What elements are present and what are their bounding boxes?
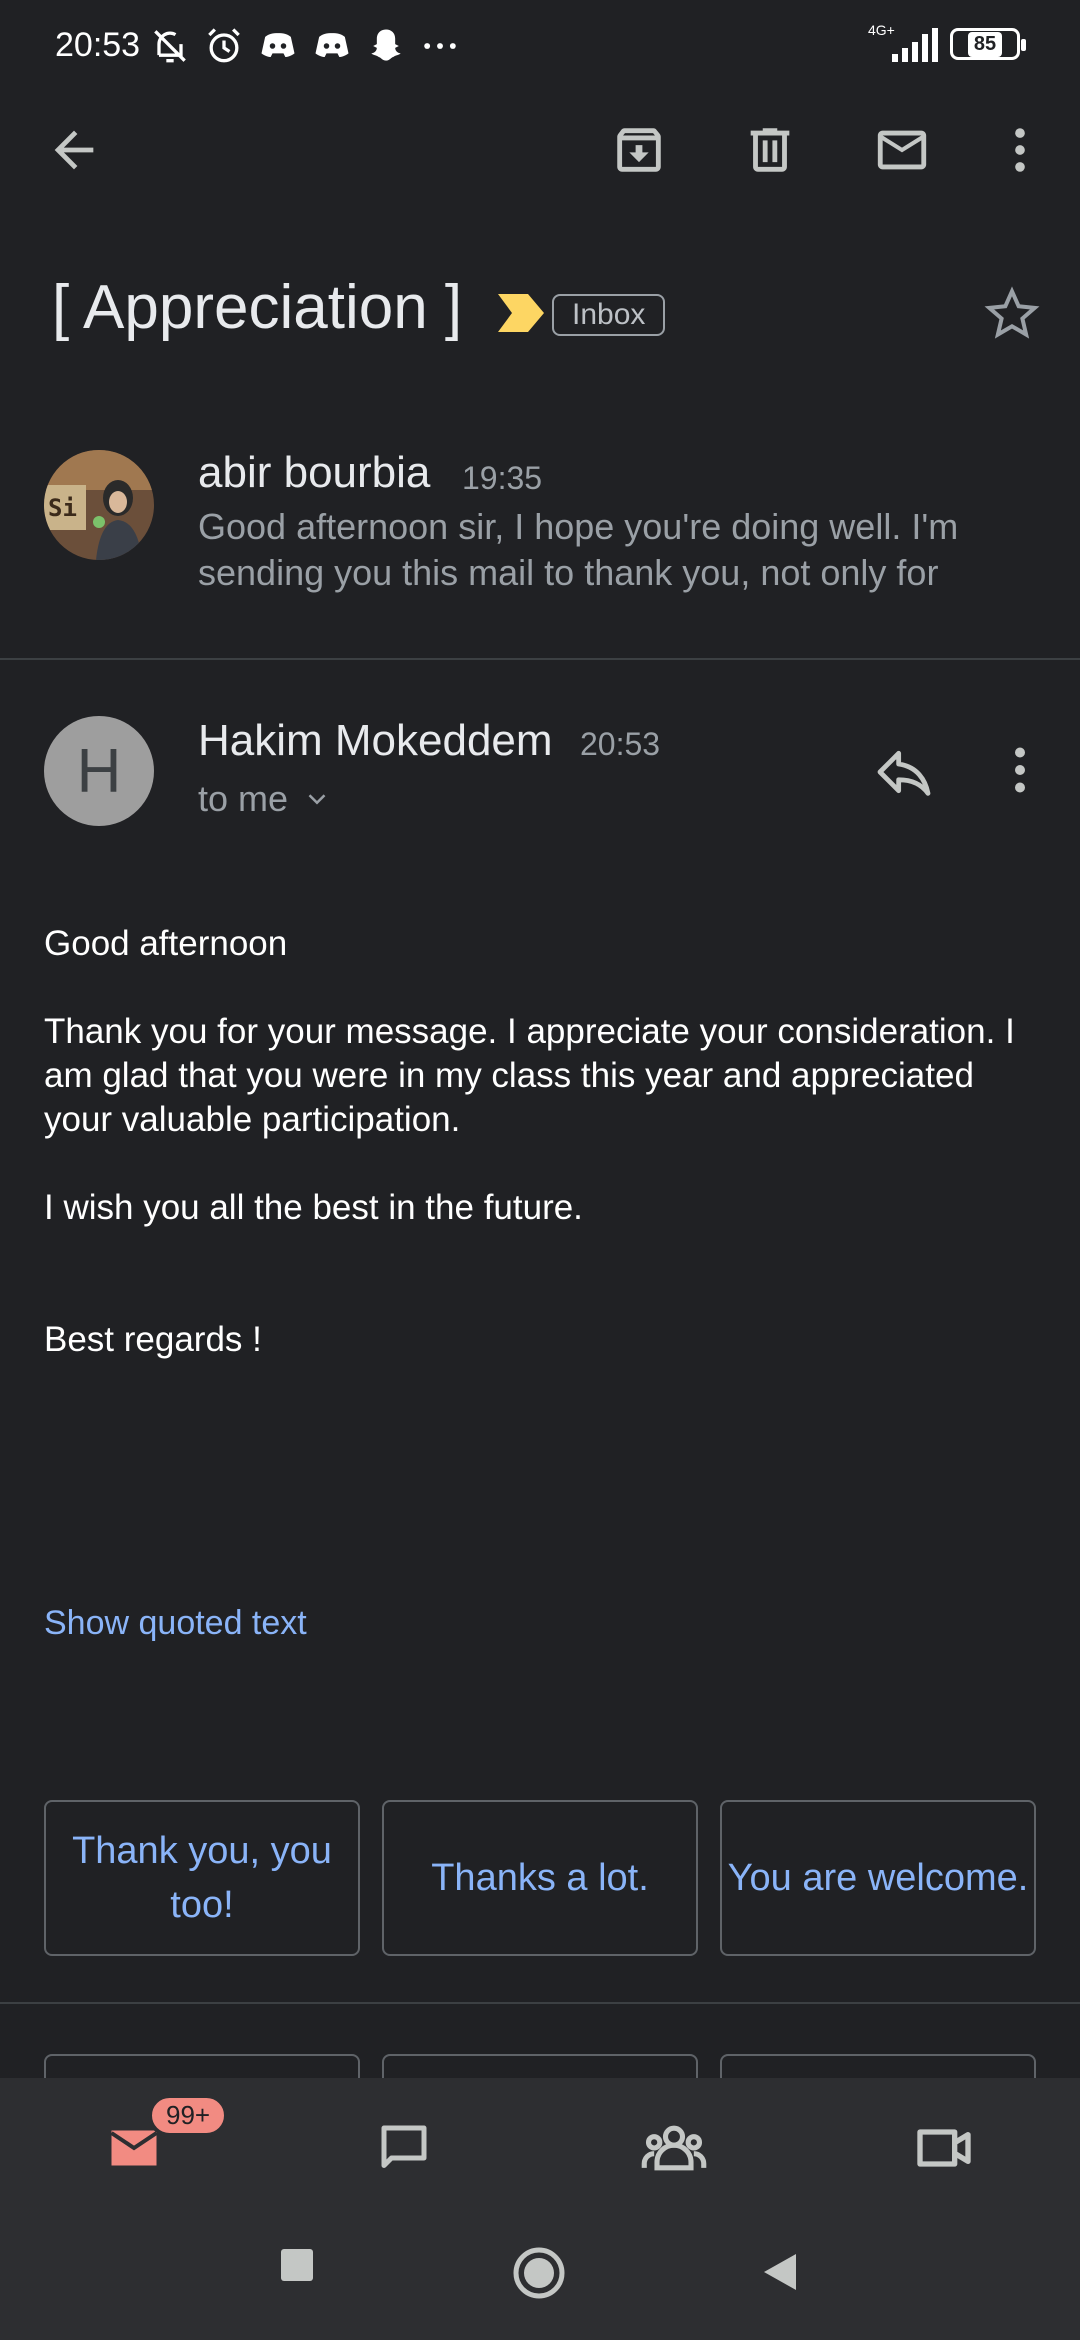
home-button[interactable] <box>512 2246 566 2305</box>
smart-reply-button[interactable]: Thanks a lot. <box>382 1800 698 1956</box>
message-time: 20:53 <box>580 726 661 762</box>
sender-avatar: Si <box>44 450 154 560</box>
message-time: 19:35 <box>462 460 543 496</box>
nav-chat[interactable] <box>354 2108 454 2188</box>
bell-off-icon <box>154 30 186 63</box>
importance-marker-icon[interactable] <box>496 292 546 339</box>
discord-icon <box>315 33 349 57</box>
section-divider <box>0 2002 1080 2004</box>
recipient-label: to me <box>198 778 289 819</box>
nav-spaces[interactable] <box>624 2108 724 2188</box>
snapchat-icon <box>371 29 401 61</box>
delete-icon <box>750 128 790 172</box>
svg-text:Si: Si <box>48 494 77 522</box>
video-icon <box>917 2129 971 2167</box>
nav-meet[interactable] <box>894 2108 994 2188</box>
more-vert-icon <box>1015 747 1025 793</box>
sender-name: Hakim Mokeddem <box>198 716 553 765</box>
email-subject: [ Appreciation ] <box>52 273 463 342</box>
body-signoff: Best regards ! <box>44 1320 262 1359</box>
message-snippet[interactable]: Good afternoon sir, I hope you're doing … <box>198 504 1038 596</box>
inbox-label-chip[interactable]: Inbox <box>552 294 666 336</box>
status-notification-icons <box>148 24 462 68</box>
spaces-icon <box>641 2125 707 2171</box>
reply-icon <box>877 750 931 796</box>
body-paragraph: Thank you for your message. I appreciate… <box>44 1012 1015 1139</box>
archive-button[interactable] <box>607 118 671 182</box>
more-vert-icon <box>1015 128 1025 172</box>
discord-icon <box>261 33 295 57</box>
battery-icon: 85 <box>950 28 1026 60</box>
message-divider <box>0 658 1080 660</box>
smart-reply-button[interactable]: You are welcome. <box>720 1800 1036 1956</box>
mark-unread-button[interactable] <box>870 118 934 182</box>
sender-name: abir bourbia <box>198 448 431 497</box>
battery-level: 85 <box>967 31 1003 57</box>
recents-button[interactable] <box>280 2248 314 2287</box>
alarm-icon <box>208 28 240 63</box>
chevron-down-icon <box>308 794 326 805</box>
archive-icon <box>617 128 661 172</box>
reply-button[interactable] <box>872 740 936 809</box>
sender-avatar[interactable]: H <box>44 716 154 826</box>
message-more-button[interactable] <box>990 740 1050 805</box>
back-button[interactable] <box>42 118 106 182</box>
star-icon <box>984 286 1040 339</box>
smart-reply-button[interactable]: Thank you, you too! <box>44 1800 360 1956</box>
delete-button[interactable] <box>738 118 802 182</box>
home-circle-icon <box>513 2247 565 2299</box>
more-options-button[interactable] <box>988 118 1052 182</box>
unread-badge: 99+ <box>148 2094 229 2137</box>
message-body: Good afternoon Thank you for your messag… <box>44 922 1044 1406</box>
show-quoted-text-link[interactable]: Show quoted text <box>44 1604 307 1643</box>
star-button[interactable] <box>980 282 1044 351</box>
recipients-toggle[interactable]: to me <box>198 778 332 820</box>
chat-icon <box>381 2125 427 2168</box>
mail-icon <box>877 130 927 170</box>
square-icon <box>281 2249 313 2281</box>
body-paragraph: I wish you all the best in the future. <box>44 1188 583 1227</box>
signal-icon: 4G+ <box>868 22 938 64</box>
back-nav-button[interactable] <box>762 2252 798 2297</box>
status-right: 4G+ 85 <box>868 22 1026 64</box>
body-greeting: Good afternoon <box>44 924 288 963</box>
arrow-back-icon <box>54 130 94 170</box>
more-notifications-icon <box>424 43 456 49</box>
triangle-back-icon <box>764 2254 796 2290</box>
network-type: 4G+ <box>868 22 895 38</box>
status-time: 20:53 <box>55 26 141 64</box>
